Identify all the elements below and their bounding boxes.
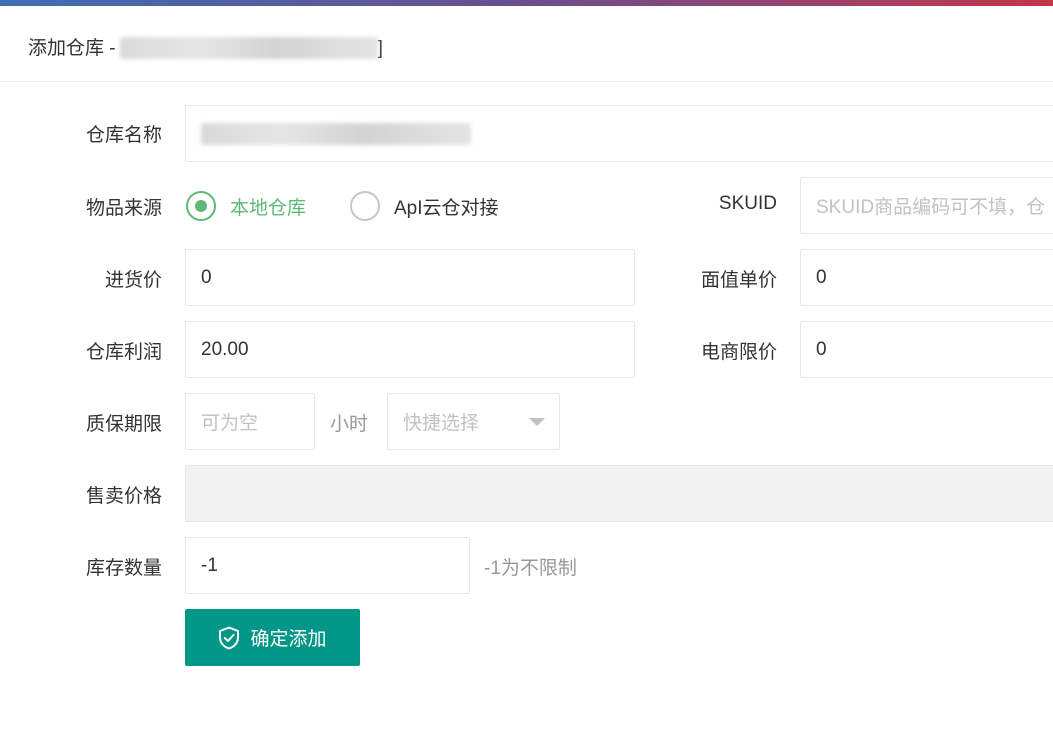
warranty-label: 质保期限 (85, 414, 162, 435)
warranty-input[interactable]: 可为空 (185, 393, 315, 450)
stock-value: -1 (201, 554, 218, 576)
face-value-label: 面值单价 (700, 270, 777, 291)
skuid-input[interactable]: SKUID商品编码可不填，仓 (800, 177, 1053, 234)
face-value-value: 0 (816, 266, 827, 288)
stock-input[interactable]: -1 (185, 537, 470, 594)
warehouse-name-input[interactable] (185, 105, 1053, 162)
warranty-unit: 小时 (330, 414, 369, 435)
chevron-down-icon (529, 418, 545, 426)
ecommerce-limit-input[interactable]: 0 (800, 321, 1053, 378)
redacted-warehouse-name (119, 37, 378, 59)
warranty-quick-select[interactable]: 快捷选择 (387, 393, 560, 450)
dialog-title-suffix: ] (377, 38, 383, 59)
submit-label: 确定添加 (250, 629, 327, 650)
purchase-price-input[interactable]: 0 (185, 249, 635, 306)
quick-select-placeholder: 快捷选择 (403, 413, 480, 434)
item-source-label: 物品来源 (85, 198, 162, 219)
skuid-label: SKUID (718, 193, 777, 214)
dialog-title: 添加仓库 -] (28, 33, 383, 60)
sale-price-label: 售卖价格 (85, 486, 162, 507)
profit-label: 仓库利润 (85, 342, 162, 363)
skuid-placeholder: SKUID商品编码可不填，仓 (816, 197, 1046, 218)
purchase-price-label: 进货价 (104, 270, 162, 291)
sale-price-input (185, 465, 1053, 522)
redacted-name-value (201, 122, 471, 145)
profit-input[interactable]: 20.00 (185, 321, 635, 378)
stock-label: 库存数量 (85, 558, 162, 579)
radio-local-warehouse[interactable]: 本地仓库 (186, 191, 306, 221)
stock-hint: -1为不限制 (484, 558, 577, 579)
warehouse-name-label: 仓库名称 (85, 125, 162, 146)
submit-add-button[interactable]: 确定添加 (185, 609, 360, 666)
dialog-title-prefix: 添加仓库 - (28, 38, 116, 59)
radio-checked-icon (186, 191, 216, 221)
face-value-input[interactable]: 0 (800, 249, 1053, 306)
dialog-header: 添加仓库 -] (0, 6, 1053, 82)
purchase-price-value: 0 (201, 266, 212, 288)
ecommerce-limit-label: 电商限价 (700, 342, 777, 363)
radio-local-label: 本地仓库 (230, 197, 307, 219)
profit-value: 20.00 (201, 338, 249, 360)
radio-api-cloud[interactable]: ApI云仓对接 (350, 191, 499, 221)
ecommerce-limit-value: 0 (816, 338, 827, 360)
shield-check-icon (219, 626, 240, 649)
radio-api-label: ApI云仓对接 (394, 197, 499, 219)
radio-unchecked-icon (350, 191, 380, 221)
warranty-placeholder: 可为空 (201, 413, 259, 434)
